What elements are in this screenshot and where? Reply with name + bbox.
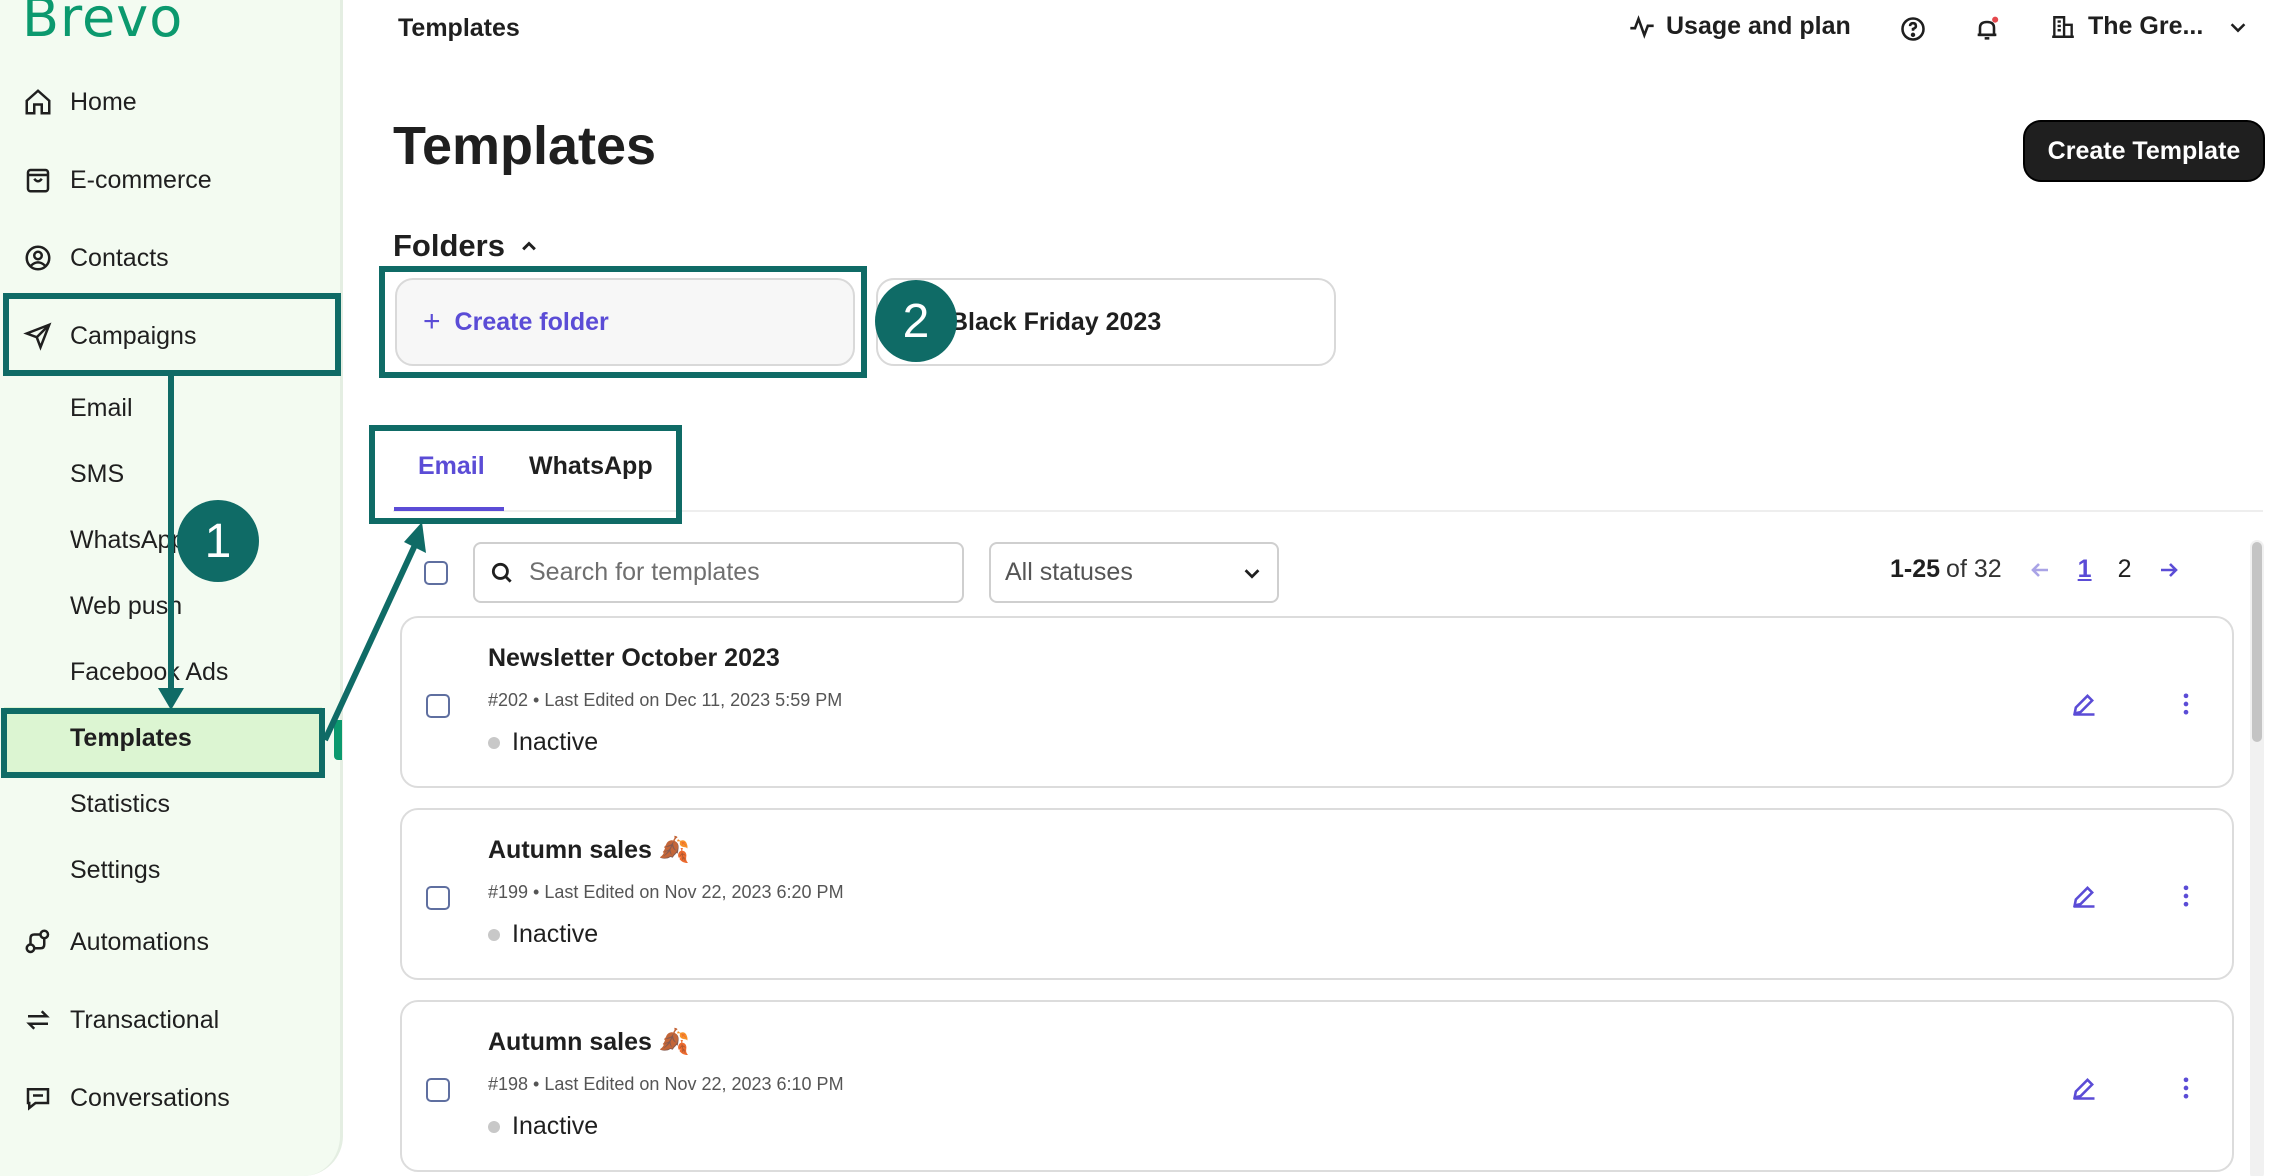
sidebar-subitem-facebook-ads[interactable]: Facebook Ads [70, 647, 228, 697]
help-icon[interactable] [1898, 14, 1928, 44]
pagination: 1-25 of 32 1 2 [1890, 555, 2181, 584]
bell-icon[interactable] [1972, 14, 2002, 44]
template-meta: #202 • Last Edited on Dec 11, 2023 5:59 … [488, 690, 843, 710]
row-checkbox[interactable] [426, 1078, 450, 1102]
chevron-down-icon [2230, 22, 2246, 32]
active-marker [334, 720, 342, 760]
sidebar-item-automations[interactable]: Automations [0, 906, 335, 978]
select-all-checkbox[interactable] [424, 561, 448, 585]
sidebar-item-conversations[interactable]: Conversations [0, 1062, 335, 1134]
brevo-logo[interactable]: Brevo [22, 0, 183, 49]
highlight-create-folder [379, 266, 867, 378]
status-select-value: All statuses [1005, 558, 1133, 586]
more-options-icon[interactable] [2172, 882, 2200, 910]
pagination-range: 1-25 [1890, 555, 1941, 583]
edit-icon[interactable] [2070, 882, 2098, 910]
sidebar-item-label: Automations [70, 927, 209, 956]
template-row[interactable]: Autumn sales 🍂 #199 • Last Edited on Nov… [400, 808, 2234, 980]
chat-icon [20, 1080, 56, 1116]
folders-toggle[interactable]: Folders [393, 228, 539, 264]
sidebar-subitem-sms[interactable]: SMS [70, 449, 124, 499]
pagination-total: of 32 [1946, 555, 2002, 583]
edit-icon[interactable] [2070, 1074, 2098, 1102]
activity-icon [1630, 14, 1654, 39]
template-status: Inactive [488, 1112, 598, 1141]
sidebar-subitem-whatsapp[interactable]: WhatsApp [70, 515, 185, 565]
sidebar: Brevo Home E-commerce Contacts Campaigns… [0, 0, 343, 1176]
sidebar-subitem-settings[interactable]: Settings [70, 845, 160, 895]
template-meta: #199 • Last Edited on Nov 22, 2023 6:20 … [488, 882, 844, 902]
chevron-down-icon [1244, 568, 1260, 579]
page-1-link[interactable]: 1 [2078, 555, 2092, 584]
template-meta: #198 • Last Edited on Nov 22, 2023 6:10 … [488, 1074, 844, 1094]
sidebar-item-label: Conversations [70, 1083, 230, 1112]
folders-label: Folders [393, 228, 505, 263]
sidebar-subitem-statistics[interactable]: Statistics [70, 779, 170, 829]
usage-label: Usage and plan [1666, 12, 1851, 40]
chevron-up-icon [522, 241, 536, 251]
row-checkbox[interactable] [426, 694, 450, 718]
topbar-title: Templates [398, 14, 520, 42]
scrollbar[interactable] [2250, 540, 2264, 1176]
search-input[interactable]: Search for templates [473, 542, 964, 603]
search-placeholder: Search for templates [529, 558, 760, 586]
account-switcher[interactable]: The Gre... [2050, 12, 2249, 41]
sidebar-item-ecommerce[interactable]: E-commerce [0, 144, 335, 216]
sidebar-item-label: E-commerce [70, 165, 212, 194]
template-status: Inactive [488, 728, 598, 757]
search-icon [491, 562, 512, 583]
sidebar-item-label: Home [70, 87, 137, 116]
row-checkbox[interactable] [426, 886, 450, 910]
shopping-bag-icon [20, 162, 56, 198]
template-row[interactable]: Autumn sales 🍂 #198 • Last Edited on Nov… [400, 1000, 2234, 1172]
step-badge-2: 2 [875, 280, 957, 362]
template-name: Autumn sales 🍂 [488, 1028, 691, 1056]
sidebar-item-contacts[interactable]: Contacts [0, 222, 335, 294]
sidebar-item-transactional[interactable]: Transactional [0, 984, 335, 1056]
sidebar-item-home[interactable]: Home [0, 66, 335, 138]
highlight-templates [1, 708, 325, 778]
page-2-link[interactable]: 2 [2118, 555, 2132, 584]
edit-icon[interactable] [2070, 690, 2098, 718]
home-icon [20, 84, 56, 120]
more-options-icon[interactable] [2172, 690, 2200, 718]
sidebar-item-label: Transactional [70, 1005, 220, 1034]
leaf-emoji: 🍂 [658, 836, 691, 864]
status-filter-select[interactable]: All statuses [989, 542, 1279, 603]
sidebar-subitem-email[interactable]: Email [70, 383, 133, 433]
template-row[interactable]: Newsletter October 2023 #202 • Last Edit… [400, 616, 2234, 788]
previous-page-icon[interactable] [2028, 558, 2052, 582]
transactional-icon [20, 1002, 56, 1038]
building-icon [2052, 15, 2074, 38]
automation-icon [20, 924, 56, 960]
more-options-icon[interactable] [2172, 1074, 2200, 1102]
contact-icon [20, 240, 56, 276]
create-template-button[interactable]: Create Template [2023, 120, 2265, 182]
template-name: Newsletter October 2023 [488, 644, 780, 672]
template-name: Autumn sales 🍂 [488, 836, 691, 864]
highlight-tabs [369, 425, 682, 524]
status-dot [488, 1120, 500, 1133]
status-dot [488, 928, 500, 941]
step-badge-1: 1 [177, 500, 259, 582]
page-title: Templates [393, 116, 657, 176]
scrollbar-thumb[interactable] [2252, 542, 2262, 742]
leaf-emoji: 🍂 [658, 1028, 691, 1056]
status-dot [488, 736, 500, 749]
usage-and-plan-link[interactable]: Usage and plan [1628, 12, 1851, 41]
template-status: Inactive [488, 920, 598, 949]
sidebar-subitem-web-push[interactable]: Web push [70, 581, 182, 631]
company-name: The Gre... [2088, 12, 2204, 40]
sidebar-item-label: Contacts [70, 243, 169, 272]
folder-name: Black Friday 2023 [950, 307, 1162, 336]
highlight-campaigns [3, 293, 341, 376]
next-page-icon[interactable] [2157, 558, 2181, 582]
